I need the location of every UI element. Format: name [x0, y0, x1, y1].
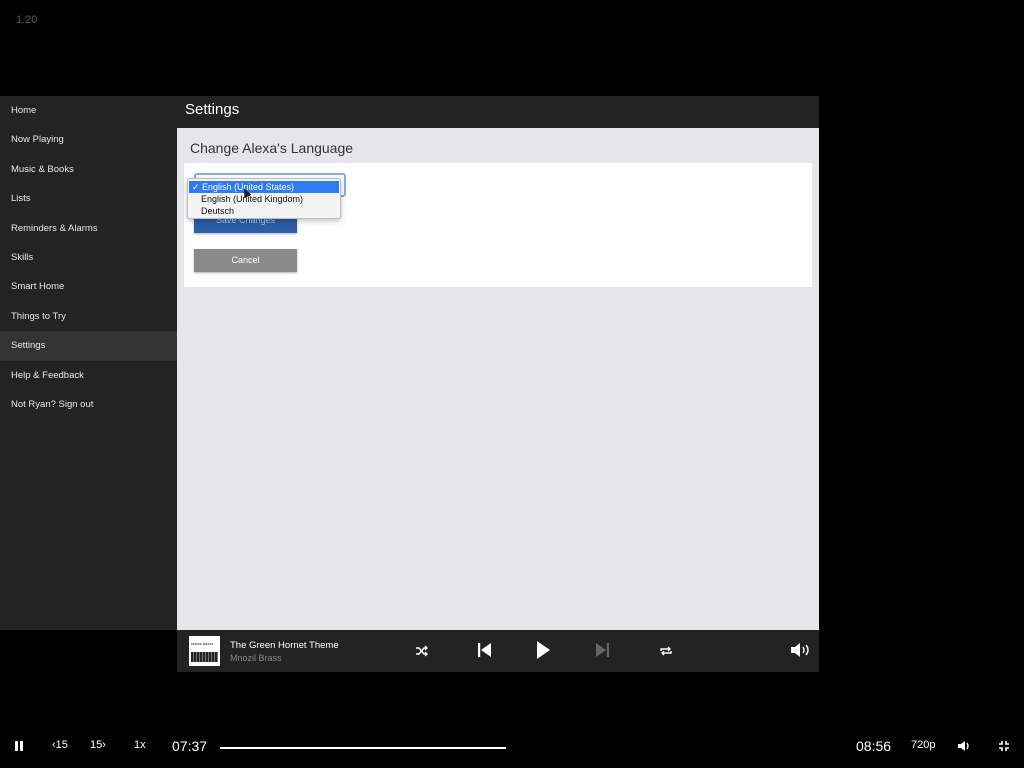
- rewind-15-button[interactable]: ‹15: [52, 739, 68, 751]
- language-option-en-us[interactable]: ✓ English (United States): [189, 181, 339, 194]
- language-dropdown-menu: ✓ English (United States) English (Unite…: [187, 178, 341, 219]
- album-art[interactable]: MNOZIL BRASS: [189, 636, 220, 666]
- repeat-icon[interactable]: [659, 644, 673, 662]
- page-title: Settings: [177, 96, 819, 128]
- progress-bar[interactable]: [220, 747, 506, 749]
- player-bar: MNOZIL BRASS The Green Hornet Theme Mnoz…: [177, 630, 819, 672]
- cancel-button[interactable]: Cancel: [194, 249, 297, 272]
- sidebar-item-lists[interactable]: Lists: [0, 184, 177, 213]
- exit-fullscreen-icon[interactable]: [998, 740, 1010, 755]
- total-time: 08:56: [856, 738, 892, 754]
- sidebar-item-now-playing[interactable]: Now Playing: [0, 125, 177, 154]
- volume-icon[interactable]: [957, 740, 971, 755]
- section-title: Change Alexa's Language: [190, 140, 354, 156]
- checkmark-icon: ✓: [192, 182, 200, 192]
- current-time: 07:37: [172, 738, 208, 754]
- language-option-de[interactable]: Deutsch: [188, 205, 340, 217]
- quality-button[interactable]: 720p: [911, 739, 935, 751]
- playback-speed-button[interactable]: 1x: [134, 739, 146, 751]
- forward-15-button[interactable]: 15›: [90, 739, 106, 751]
- language-option-en-uk[interactable]: English (United Kingdom): [188, 193, 340, 205]
- video-controls: ‹15 15› 1x 07:37 08:56 720p: [0, 730, 1024, 768]
- sidebar-item-smart-home[interactable]: Smart Home: [0, 272, 177, 301]
- main-content: Settings Change Alexa's Language ▲▼ Save…: [177, 96, 819, 630]
- shuffle-icon[interactable]: [415, 644, 429, 662]
- sidebar-item-skills[interactable]: Skills: [0, 243, 177, 272]
- forward-label: 15: [90, 739, 103, 751]
- sidebar-item-help-feedback[interactable]: Help & Feedback: [0, 361, 177, 390]
- sidebar-item-reminders-alarms[interactable]: Reminders & Alarms: [0, 214, 177, 243]
- track-artist: Mnozil Brass: [230, 653, 282, 663]
- rewind-label: 15: [55, 739, 68, 751]
- volume-icon[interactable]: [790, 642, 812, 663]
- pause-icon[interactable]: [13, 740, 25, 755]
- sidebar-item-things-to-try[interactable]: Things to Try: [0, 302, 177, 331]
- play-icon[interactable]: [536, 640, 551, 665]
- forward-icon: ›: [102, 739, 106, 751]
- next-track-icon[interactable]: [595, 642, 610, 663]
- sidebar-item-home[interactable]: Home: [0, 96, 177, 125]
- version-label: 1.20: [16, 14, 38, 26]
- sidebar-item-music-books[interactable]: Music & Books: [0, 155, 177, 184]
- album-art-image: [191, 652, 218, 662]
- track-title[interactable]: The Green Hornet Theme: [230, 640, 339, 651]
- previous-track-icon[interactable]: [477, 642, 492, 663]
- alexa-app: Home Now Playing Music & Books Lists Rem…: [0, 96, 1024, 672]
- sidebar: Home Now Playing Music & Books Lists Rem…: [0, 96, 177, 630]
- album-art-text: MNOZIL BRASS: [191, 642, 214, 646]
- sidebar-item-sign-out[interactable]: Not Ryan? Sign out: [0, 390, 177, 419]
- sidebar-item-settings[interactable]: Settings: [0, 331, 177, 361]
